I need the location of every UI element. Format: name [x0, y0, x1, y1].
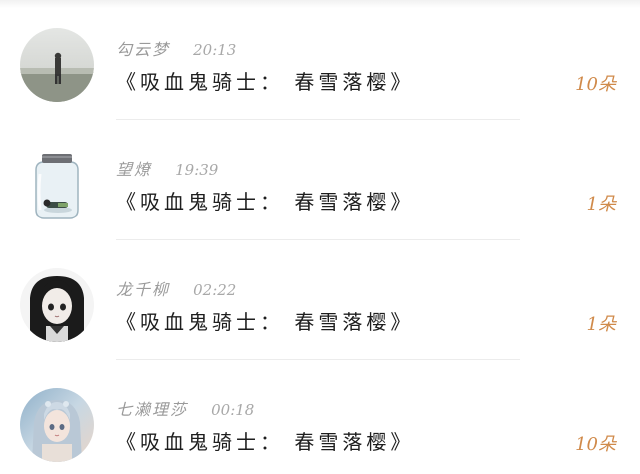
flower-count: 1朵: [586, 194, 616, 215]
book-title[interactable]: 《吸血鬼骑士： 春雪落樱》: [116, 306, 414, 335]
avatar-anime-girl-icon[interactable]: [20, 268, 94, 342]
user-name[interactable]: 勾云梦: [116, 40, 170, 59]
gift-meta: 勾云梦 20:13: [116, 36, 237, 59]
flower-count: 10朵: [575, 74, 616, 95]
avatar-foggy-field-icon[interactable]: [20, 28, 94, 102]
list-item[interactable]: 望燎 19:39 《吸血鬼骑士： 春雪落樱》 1朵: [0, 120, 640, 240]
timestamp: 02:22: [193, 281, 237, 299]
user-name[interactable]: 龙千柳: [116, 280, 170, 299]
book-title[interactable]: 《吸血鬼骑士： 春雪落樱》: [116, 426, 414, 455]
avatar-fantasy-girl-icon[interactable]: [20, 388, 94, 462]
list-item[interactable]: 龙千柳 02:22 《吸血鬼骑士： 春雪落樱》 1朵: [0, 240, 640, 360]
flower-count: 10朵: [575, 434, 616, 455]
book-title[interactable]: 《吸血鬼骑士： 春雪落樱》: [116, 186, 414, 215]
timestamp: 00:18: [211, 401, 255, 419]
timestamp: 20:13: [193, 41, 237, 59]
gift-list-page: 勾云梦 20:13 《吸血鬼骑士： 春雪落樱》 10朵 望燎 19:39 《吸血…: [0, 0, 640, 474]
list-item[interactable]: 七濑理莎 00:18 《吸血鬼骑士： 春雪落樱》 10朵: [0, 360, 640, 474]
gift-meta: 望燎 19:39: [116, 156, 219, 179]
user-name[interactable]: 望燎: [116, 160, 152, 179]
timestamp: 19:39: [175, 161, 219, 179]
book-title[interactable]: 《吸血鬼骑士： 春雪落樱》: [116, 66, 414, 95]
gift-meta: 七濑理莎 00:18: [116, 396, 255, 419]
avatar-glass-jar-icon[interactable]: [20, 148, 94, 222]
user-name[interactable]: 七濑理莎: [116, 400, 188, 419]
list-item[interactable]: 勾云梦 20:13 《吸血鬼骑士： 春雪落樱》 10朵: [0, 0, 640, 120]
gift-meta: 龙千柳 02:22: [116, 276, 237, 299]
flower-count: 1朵: [586, 314, 616, 335]
